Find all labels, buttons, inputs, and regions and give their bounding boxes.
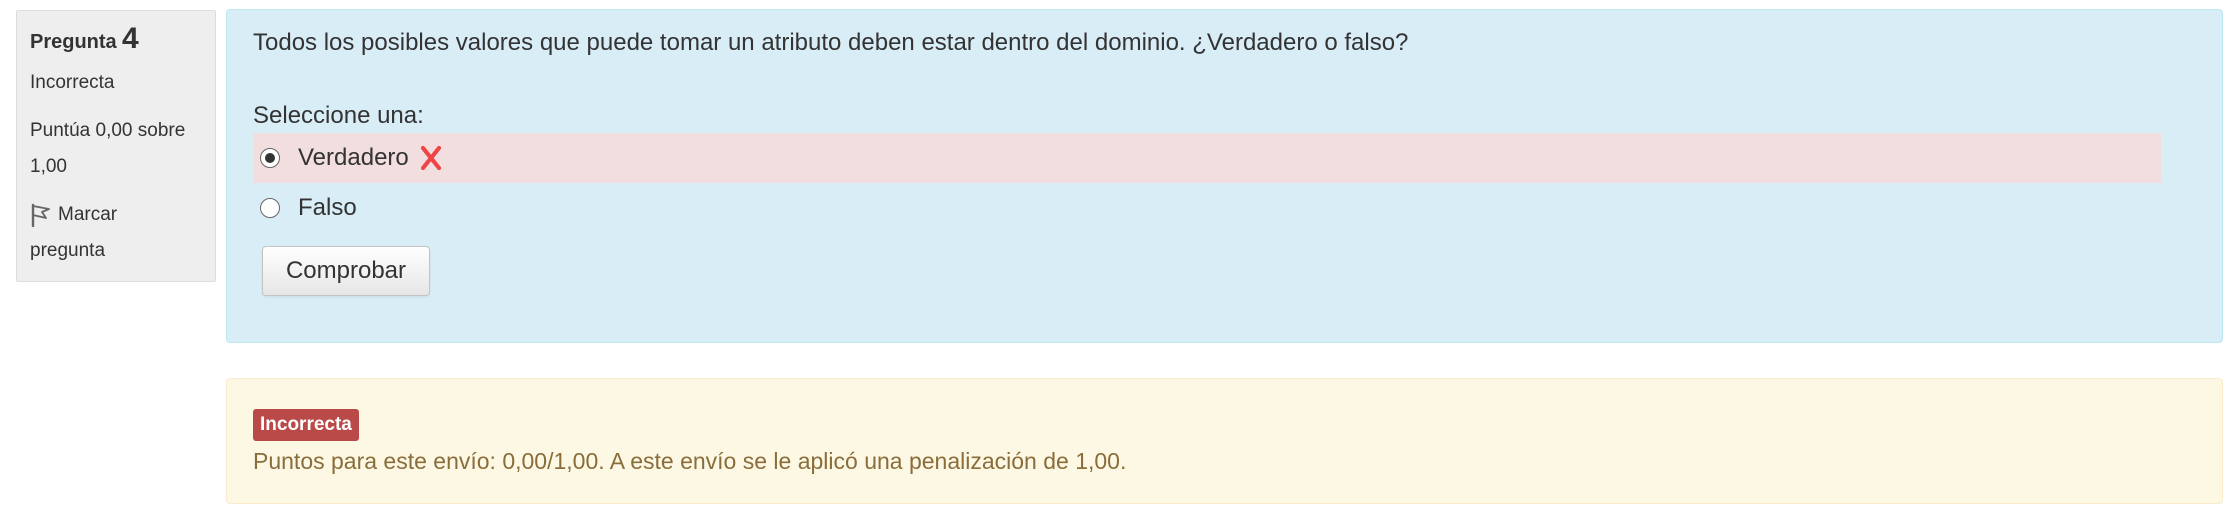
incorrect-badge: Incorrecta (253, 409, 359, 441)
question-label: Pregunta (30, 31, 117, 53)
question-grade: Puntúa 0,00 sobre 1,00 (30, 113, 202, 185)
answer-option-verdadero[interactable]: Verdadero (253, 133, 2161, 183)
grade-line-2: 1,00 (30, 156, 67, 177)
option-label-falso[interactable]: Falso (298, 194, 357, 222)
answer-option-falso[interactable]: Falso (253, 183, 653, 233)
grading-feedback: Puntos para este envío: 0,00/1,00. A est… (253, 448, 1127, 474)
question-state: Incorrecta (30, 72, 115, 93)
cross-icon (419, 145, 443, 171)
question-number: 4 (121, 22, 139, 55)
question-outcome: Incorrecta Puntos para este envío: 0,00/… (226, 378, 2223, 504)
grade-line-1: Puntúa 0,00 sobre (30, 120, 186, 141)
flag-label-line-1: Marcar (58, 204, 118, 225)
question-formulation: Todos los posibles valores que puede tom… (226, 9, 2223, 343)
flag-question-link[interactable]: Marcar pregunta (30, 197, 202, 269)
question-info-panel: Pregunta 4 Incorrecta Puntúa 0,00 sobre … (16, 10, 216, 282)
check-button[interactable]: Comprobar (262, 246, 430, 296)
radio-verdadero[interactable] (260, 148, 280, 168)
question-text: Todos los posibles valores que puede tom… (253, 29, 1409, 56)
question-number-heading: Pregunta 4 (30, 19, 202, 63)
radio-falso[interactable] (260, 198, 280, 218)
flag-icon (31, 203, 50, 228)
answer-prompt: Seleccione una: (253, 102, 424, 129)
option-label-verdadero[interactable]: Verdadero (298, 144, 409, 172)
flag-label-line-2: pregunta (30, 240, 106, 261)
